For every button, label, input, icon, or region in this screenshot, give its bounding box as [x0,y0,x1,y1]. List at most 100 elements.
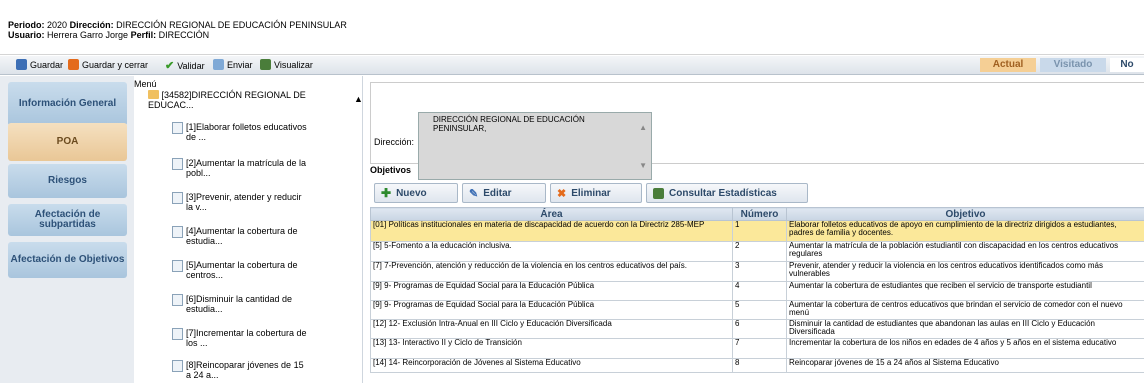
table-row[interactable]: [9] 9- Programas de Equidad Social para … [370,281,1144,301]
direccion-value: DIRECCIÓN REGIONAL DE EDUCACIÓN PENINSUL… [116,20,347,30]
table-row[interactable]: [5] 5-Fomento a la educación inclusiva. … [370,241,1144,262]
periodo-label: Periodo: [8,20,45,30]
table-row[interactable]: [13] 13- Interactivo II y Ciclo de Trans… [370,338,1144,359]
usuario-value: Herrera Garro Jorge [47,30,129,40]
cell-area: [9] 9- Programas de Equidad Social para … [370,300,733,320]
save-close-icon [68,59,79,70]
perfil-label: Perfil: [130,30,157,40]
menu-tree: Menú [34582]DIRECCIÓN REGIONAL DE EDUCAC… [134,76,363,383]
cell-objetivo: Disminuir la cantidad de estudiantes que… [786,319,1144,339]
editar-button[interactable]: ✎ Editar [462,183,546,203]
direccion-label: Dirección: [374,137,415,147]
cell-numero: 2 [732,241,787,262]
objetivos-toolbar: ✚ Nuevo ✎ Editar ✖ Eliminar Consultar Es… [370,174,1144,204]
table-row[interactable]: [01] Políticas institucionales en materi… [370,220,1144,242]
menu-item[interactable]: [5]Aumentar la cobertura de centros... [186,260,310,280]
cell-numero: 8 [732,358,787,373]
column-header-area[interactable]: Área [370,207,733,221]
sidebar-item-poa[interactable]: POA [8,123,127,161]
menu-title: Menú [134,79,157,89]
file-icon [172,260,183,272]
column-header-objetivo[interactable]: Objetivo [786,207,1144,221]
eliminar-button[interactable]: ✖ Eliminar [550,183,642,203]
menu-root[interactable]: [34582]DIRECCIÓN REGIONAL DE EDUCAC... [148,90,328,110]
file-icon [172,360,183,372]
cell-area: [5] 5-Fomento a la educación inclusiva. [370,241,733,262]
validar-button[interactable]: ✔ Validar [165,59,205,72]
sidebar-item-afectacion-subpartidas[interactable]: Afectación de subpartidas [8,204,127,236]
table-row[interactable]: [12] 12- Exclusión Intra-Anual en III Ci… [370,319,1144,339]
scroll-up-icon[interactable]: ▲ [639,123,647,132]
table-header-row: Área Número Objetivo [370,207,1144,221]
cell-numero: 5 [732,300,787,320]
file-icon [172,158,183,170]
menu-item[interactable]: [4]Aumentar la cobertura de estudia... [186,226,310,246]
cell-numero: 6 [732,319,787,339]
menu-item[interactable]: [7]Incrementar la cobertura de los ... [186,328,310,348]
menu-item[interactable]: [8]Reincoparar jóvenes de 15 a 24 a... [186,360,310,380]
cell-area: [12] 12- Exclusión Intra-Anual en III Ci… [370,319,733,339]
check-icon: ✔ [165,60,175,72]
scroll-down-icon[interactable]: ▼ [639,161,647,170]
cell-objetivo: Aumentar la matrícula de la población es… [786,241,1144,262]
tab-visitado[interactable]: Visitado [1040,58,1106,72]
cell-objetivo: Aumentar la cobertura de estudiantes que… [786,281,1144,301]
direccion-label: Dirección: [69,20,114,30]
cell-area: [14] 14- Reincorporación de Jóvenes al S… [370,358,733,373]
tab-no[interactable]: No [1110,58,1144,72]
direccion-field[interactable]: DIRECCIÓN REGIONAL DE EDUCACIÓN PENINSUL… [418,112,652,180]
menu-item[interactable]: [1]Elaborar folletos educativos de ... [186,122,310,142]
table-row[interactable]: [9] 9- Programas de Equidad Social para … [370,300,1144,320]
cell-area: [01] Políticas institucionales en materi… [370,220,733,242]
cell-area: [9] 9- Programas de Equidad Social para … [370,281,733,301]
periodo-value: 2020 [47,20,68,30]
delete-icon: ✖ [557,187,567,200]
usuario-label: Usuario: [8,30,45,40]
menu-item[interactable]: [2]Aumentar la matrícula de la pobl... [186,158,310,178]
file-icon [172,328,183,340]
cell-numero: 3 [732,261,787,282]
table-row[interactable]: [14] 14- Reincorporación de Jóvenes al S… [370,358,1144,373]
cell-objetivo: Reincoparar jóvenes de 15 a 24 años al S… [786,358,1144,373]
cell-area: [7] 7-Prevención, atención y reducción d… [370,261,733,282]
cell-numero: 4 [732,281,787,301]
save-icon [16,59,27,70]
table-row[interactable]: [7] 7-Prevención, atención y reducción d… [370,261,1144,282]
send-icon [213,59,224,70]
add-icon: ✚ [381,186,392,200]
tab-actual[interactable]: Actual [980,58,1036,72]
guardar-button[interactable]: Guardar [16,59,63,70]
file-icon [172,294,183,306]
cell-objetivo: Incrementar la cobertura de los niños en… [786,338,1144,359]
visualizar-button[interactable]: Visualizar [260,59,313,70]
guardar-cerrar-button[interactable]: Guardar y cerrar [68,59,148,70]
sidebar-item-riesgos[interactable]: Riesgos [8,164,127,198]
toolbar: Guardar Guardar y cerrar ✔ Validar Envia… [0,56,1144,75]
cell-numero: 7 [732,338,787,359]
folder-icon [148,90,159,99]
file-icon [172,122,183,134]
file-icon [172,226,183,238]
consultar-estadisticas-button[interactable]: Consultar Estadísticas [646,183,808,203]
chart-icon [653,187,664,199]
scroll-up-arrow-icon[interactable]: ▲ [354,94,363,104]
perfil-value: DIRECCIÓN [158,30,210,40]
session-header: Periodo: 2020 Dirección: DIRECCIÓN REGIO… [0,0,1144,55]
menu-item[interactable]: [3]Prevenir, atender y reducir la v... [186,192,310,212]
nuevo-button[interactable]: ✚ Nuevo [374,183,458,203]
sidebar-item-afectacion-objetivos[interactable]: Afectación de Objetivos [8,242,127,278]
menu-item[interactable]: [6]Disminuir la cantidad de estudia... [186,294,310,314]
enviar-button[interactable]: Enviar [213,59,253,70]
cell-objetivo: Prevenir, atender y reducir la violencia… [786,261,1144,282]
sidebar: Información General POA Riesgos Afectaci… [0,76,134,383]
sidebar-item-informacion-general[interactable]: Información General [8,82,127,126]
objetivos-table: Área Número Objetivo [01] Políticas inst… [370,207,1144,373]
edit-icon: ✎ [469,187,479,200]
cell-numero: 1 [732,220,787,242]
column-header-numero[interactable]: Número [732,207,787,221]
cell-objetivo: Elaborar folletos educativos de apoyo en… [786,220,1144,242]
file-icon [172,192,183,204]
cell-objetivo: Aumentar la cobertura de centros educati… [786,300,1144,320]
cell-area: [13] 13- Interactivo II y Ciclo de Trans… [370,338,733,359]
view-icon [260,59,271,70]
